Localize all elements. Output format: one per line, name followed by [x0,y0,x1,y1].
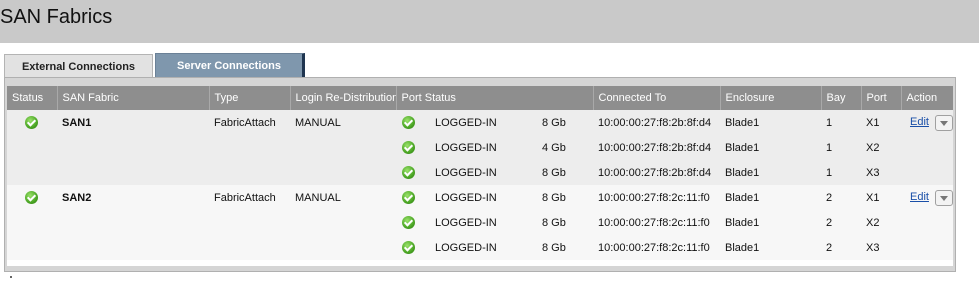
column-header-connected-to[interactable]: Connected To [593,86,721,110]
column-header-san-fabric[interactable]: SAN Fabric [57,86,210,110]
port-status: LOGGED-IN 8 Gb [396,185,593,210]
port-state: LOGGED-IN [435,141,497,154]
bay: 2 [821,185,861,210]
port: X2 [861,135,901,160]
port: X1 [861,110,901,135]
enclosure: Blade1 [720,110,821,135]
port-speed: 8 Gb [542,116,566,129]
table-row[interactable]: SAN2 FabricAttach MANUAL LOGGED-IN 8 Gb 1… [7,185,953,210]
column-header-bay[interactable]: Bay [821,86,862,110]
fabric-type: FabricAttach [209,185,290,210]
port-status: LOGGED-IN 8 Gb [396,235,593,260]
connected-to: 10:00:00:27:f8:2b:8f:d4 [593,135,720,160]
connected-to: 10:00:00:27:f8:2b:8f:d4 [593,160,720,185]
column-header-login-redistribution[interactable]: Login Re-Distribution [290,86,397,110]
column-header-action[interactable]: Action [901,86,953,110]
check-circle-icon [25,191,38,204]
port-state: LOGGED-IN [435,241,497,254]
port: X2 [861,210,901,235]
port: X3 [861,160,901,185]
port-status: LOGGED-IN 8 Gb [396,160,593,185]
edit-link[interactable]: Edit [910,116,929,128]
divider-dot [10,276,12,278]
table-header-row: Status SAN Fabric Type Login Re-Distribu… [7,86,953,110]
bay: 1 [821,160,861,185]
column-header-enclosure[interactable]: Enclosure [720,86,822,110]
port-speed: 8 Gb [542,166,566,179]
port-speed: 8 Gb [542,191,566,204]
port-state: LOGGED-IN [435,116,497,129]
fabric-name: SAN2 [57,185,209,210]
table-row[interactable]: LOGGED-IN 8 Gb 10:00:00:27:f8:2b:8f:d4 Bl… [7,160,953,185]
login-redistribution: MANUAL [290,110,396,135]
page-title: SAN Fabrics [0,6,113,28]
bay: 2 [821,210,861,235]
port-state: LOGGED-IN [435,216,497,229]
chevron-down-icon[interactable] [934,189,953,206]
port-status: LOGGED-IN 8 Gb [396,110,593,135]
connections-table-container: Status SAN Fabric Type Login Re-Distribu… [7,86,953,266]
check-circle-icon [402,191,415,204]
enclosure: Blade1 [720,135,821,160]
action-cell: Edit [901,110,953,135]
chevron-down-icon[interactable] [934,114,953,131]
status-cell [7,110,57,135]
check-circle-icon [402,216,415,229]
enclosure: Blade1 [720,235,821,260]
edit-link[interactable]: Edit [910,191,929,203]
connected-to: 10:00:00:27:f8:2c:11:f0 [593,185,720,210]
check-circle-icon [402,241,415,254]
column-header-port-status[interactable]: Port Status [396,86,594,110]
column-header-type[interactable]: Type [209,86,291,110]
enclosure: Blade1 [720,210,821,235]
port-status: LOGGED-IN 8 Gb [396,210,593,235]
table-row[interactable]: LOGGED-IN 4 Gb 10:00:00:27:f8:2b:8f:d4 Bl… [7,135,953,160]
check-circle-icon [25,116,38,129]
login-redistribution: MANUAL [290,185,396,210]
connected-to: 10:00:00:27:f8:2c:11:f0 [593,210,720,235]
connected-to: 10:00:00:27:f8:2c:11:f0 [593,235,720,260]
port: X3 [861,235,901,260]
action-cell: Edit [901,185,953,210]
port-state: LOGGED-IN [435,166,497,179]
connections-panel: Status SAN Fabric Type Login Re-Distribu… [4,77,956,272]
check-circle-icon [402,116,415,129]
column-header-port[interactable]: Port [861,86,902,110]
bay: 2 [821,235,861,260]
port-status: LOGGED-IN 4 Gb [396,135,593,160]
check-circle-icon [402,141,415,154]
status-cell [7,185,57,210]
connected-to: 10:00:00:27:f8:2b:8f:d4 [593,110,720,135]
port-speed: 8 Gb [542,241,566,254]
port-speed: 4 Gb [542,141,566,154]
port: X1 [861,185,901,210]
enclosure: Blade1 [720,185,821,210]
tab-external-connections[interactable]: External Connections [4,54,153,78]
tab-server-connections[interactable]: Server Connections [155,53,305,77]
table-row[interactable]: LOGGED-IN 8 Gb 10:00:00:27:f8:2c:11:f0 Bl… [7,210,953,235]
bay: 1 [821,110,861,135]
enclosure: Blade1 [720,160,821,185]
port-state: LOGGED-IN [435,191,497,204]
san-fabrics-table: Status SAN Fabric Type Login Re-Distribu… [7,86,953,260]
title-bar: SAN Fabrics [0,0,979,43]
table-row[interactable]: SAN1 FabricAttach MANUAL LOGGED-IN 8 Gb 1… [7,110,953,135]
column-header-status[interactable]: Status [7,86,58,110]
check-circle-icon [402,166,415,179]
table-row[interactable]: LOGGED-IN 8 Gb 10:00:00:27:f8:2c:11:f0 Bl… [7,235,953,260]
bay: 1 [821,135,861,160]
port-speed: 8 Gb [542,216,566,229]
fabric-name: SAN1 [57,110,209,135]
fabric-type: FabricAttach [209,110,290,135]
